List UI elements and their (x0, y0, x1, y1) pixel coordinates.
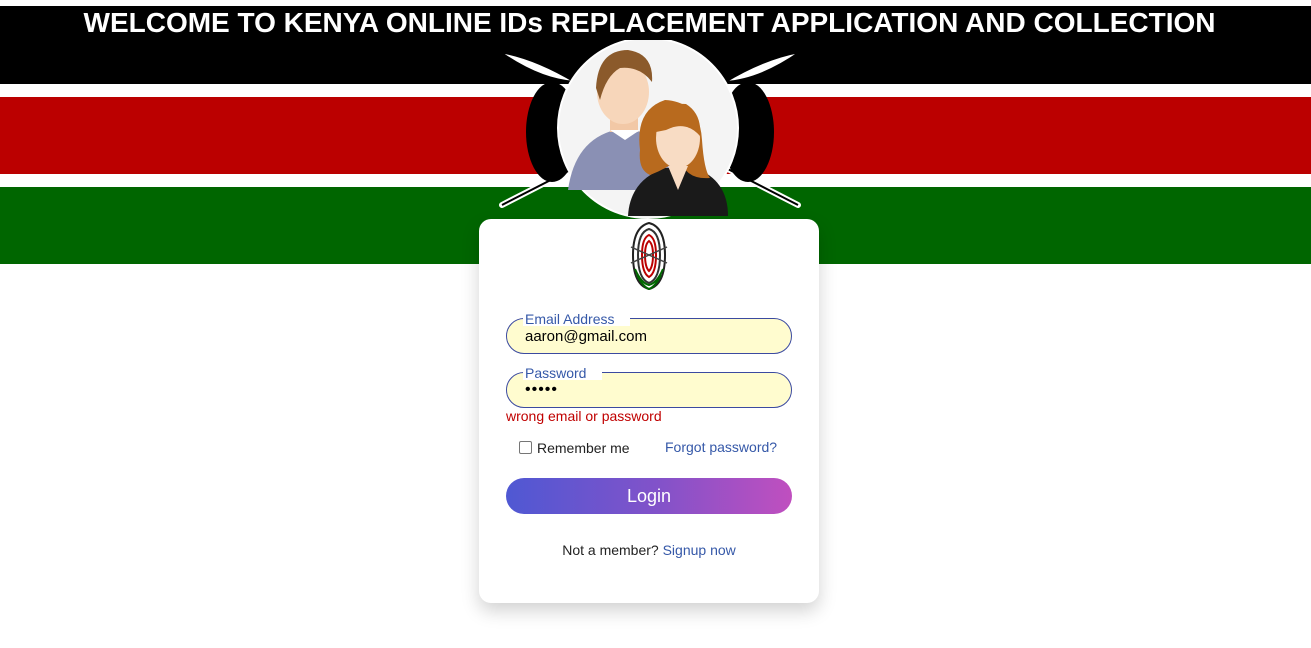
users-shield-emblem-icon (490, 37, 810, 220)
signup-row: Not a member? Signup now (479, 542, 819, 558)
login-card: Email Address aaron@gmail.com Password •… (479, 219, 819, 603)
kenya-fingerprint-logo-icon (627, 219, 671, 293)
remember-me-label: Remember me (537, 440, 630, 456)
page-title-text: WELCOME TO KENYA ONLINE IDs REPLACEMENT … (83, 7, 1216, 38)
password-field[interactable]: Password ••••• (506, 366, 792, 408)
email-field[interactable]: Email Address aaron@gmail.com (506, 312, 792, 354)
email-field-label: Email Address (523, 312, 631, 326)
password-field-value[interactable]: ••••• (525, 381, 558, 399)
remember-me-checkbox[interactable] (519, 440, 532, 454)
page-title: WELCOME TO KENYA ONLINE IDs REPLACEMENT … (0, 6, 1311, 40)
forgot-password-link[interactable]: Forgot password? (665, 439, 777, 455)
signup-prompt: Not a member? (562, 542, 663, 558)
password-field-label: Password (523, 366, 603, 380)
remember-me-checkbox-row[interactable]: Remember me (519, 440, 630, 456)
email-field-value[interactable]: aaron@gmail.com (525, 328, 647, 345)
login-button[interactable]: Login (506, 478, 792, 514)
signup-link[interactable]: Signup now (663, 542, 736, 558)
login-error-message: wrong email or password (506, 408, 662, 424)
